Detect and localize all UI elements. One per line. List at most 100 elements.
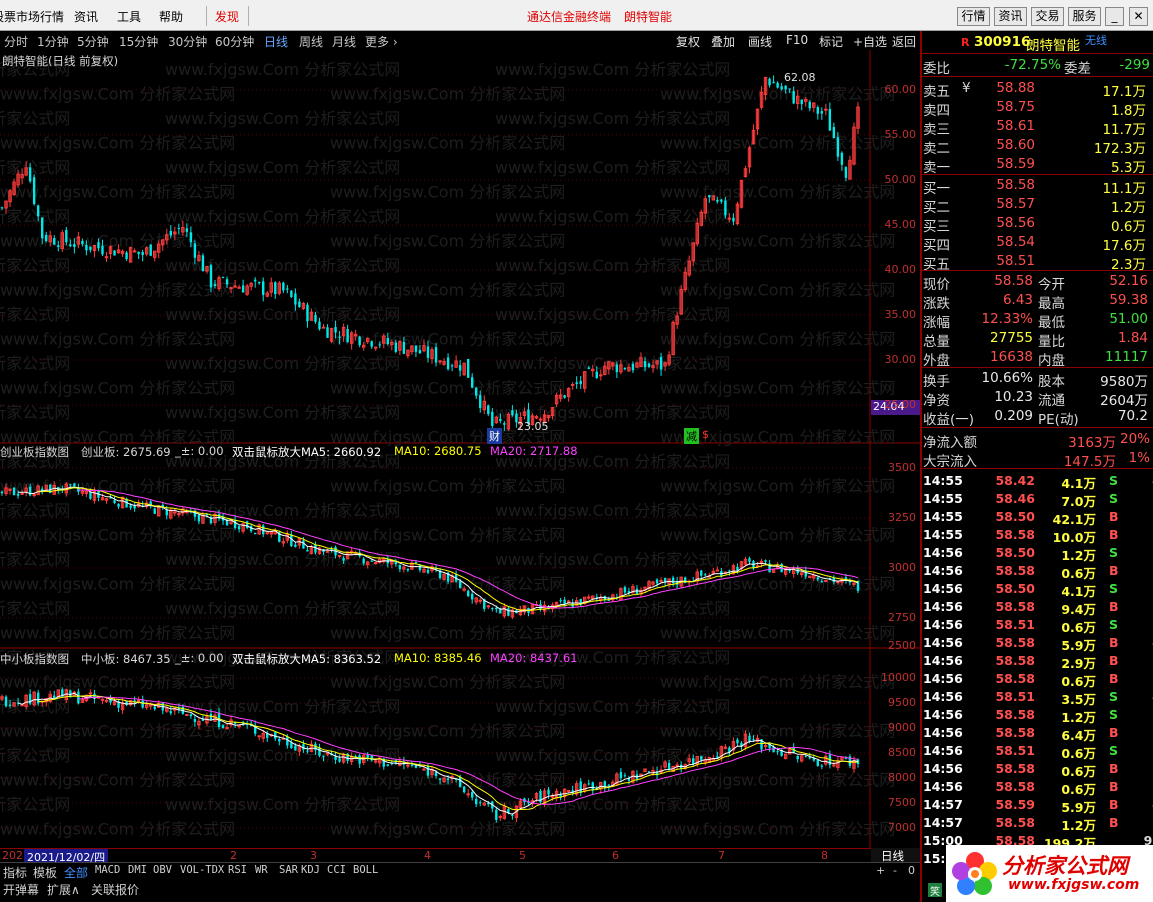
zxb-index-candle — [763, 745, 768, 748]
ask-volume: 1.8万 — [1111, 103, 1146, 119]
stock-candle — [225, 279, 229, 285]
dividend-marker[interactable]: $ — [702, 428, 709, 441]
menu-market[interactable]: 股票市场行情 — [0, 8, 64, 25]
stock-candle — [844, 167, 848, 178]
ask-row: 卖四 58.75 1.8万 — [922, 98, 1153, 119]
reduce-marker[interactable]: 减 — [684, 428, 699, 444]
zoom-out-button[interactable]: - — [893, 864, 897, 877]
period-60min[interactable]: 60分钟 — [215, 33, 254, 50]
add-favorite-button[interactable]: +自选 — [853, 33, 887, 50]
period-weekly[interactable]: 周线 — [299, 33, 323, 50]
period-30min[interactable]: 30分钟 — [168, 33, 207, 50]
stock-candle — [185, 228, 189, 232]
minimize-icon[interactable]: _ — [1105, 7, 1124, 26]
indicator-tab[interactable]: MACD — [95, 864, 120, 876]
zxb-index-candle — [607, 784, 611, 786]
quote-button[interactable]: 行情 — [957, 7, 990, 26]
stock-candle — [241, 285, 245, 293]
stat-value: 16638 — [990, 349, 1033, 365]
tick-price: 58.50 — [995, 545, 1035, 560]
period-intraday[interactable]: 分时 — [4, 33, 28, 50]
news-button[interactable]: 资讯 — [994, 7, 1027, 26]
menu-help[interactable]: 帮助 — [159, 8, 183, 25]
tick-row: 14:5658.581.2万S1 — [922, 706, 1153, 725]
stock-candle — [73, 243, 76, 247]
period-1min[interactable]: 1分钟 — [37, 33, 69, 50]
watermark-text: www.fxjgsw.Com 分析家公式网 — [165, 403, 400, 422]
stock-header: R 300916 朗特智能 无线 — [922, 31, 1153, 54]
cyb-index-candle — [89, 491, 92, 499]
indicator-tab[interactable]: RSI — [228, 864, 247, 876]
stat-label: 现价 — [923, 277, 950, 293]
zxb-index-candle — [193, 719, 197, 722]
zoom-in-button[interactable]: + — [876, 864, 885, 877]
cyb-index-candle — [426, 569, 430, 573]
tick-row: 14:5658.513.5万S4 — [922, 688, 1153, 707]
indicator-tab[interactable]: BOLL — [353, 864, 378, 876]
stock-candle — [780, 86, 783, 90]
finance-marker[interactable]: 财 — [487, 428, 502, 444]
period-more[interactable]: 更多 › — [365, 33, 398, 50]
tick-time: 14:56 — [923, 635, 963, 650]
mark-button[interactable]: 标记 — [819, 33, 843, 50]
reset-button[interactable]: 0 — [908, 864, 915, 877]
ask-price: 58.59 — [996, 156, 1035, 172]
indicator-tab[interactable]: KDJ — [301, 864, 320, 876]
indicator-tab[interactable]: DMI — [128, 864, 147, 876]
zxb-index-candle — [700, 756, 703, 760]
cyb-index-candle — [414, 562, 418, 564]
service-button[interactable]: 服务 — [1068, 7, 1101, 26]
tick-price: 58.58 — [995, 527, 1035, 542]
stock-candle — [177, 227, 181, 229]
menu-tools[interactable]: 工具 — [117, 8, 141, 25]
fund-row: 换手 10.66% 股本 9580万 — [922, 369, 1153, 390]
stat-value: 58.58 — [994, 273, 1033, 289]
adjust-button[interactable]: 复权 — [676, 33, 700, 50]
period-5min[interactable]: 5分钟 — [77, 33, 109, 50]
menu-news[interactable]: 资讯 — [74, 8, 98, 25]
danmaku-toggle[interactable]: 开弹幕 — [3, 881, 39, 898]
stock-candle — [53, 238, 56, 245]
zxb-index-candle — [748, 735, 751, 742]
tick-time: 14:56 — [923, 581, 963, 596]
cyb-index-candle — [20, 492, 24, 495]
stock-candle — [28, 167, 32, 182]
expand-toggle[interactable]: 扩展∧ — [47, 881, 80, 898]
fund-label: 净资 — [923, 393, 950, 409]
indicator-tab[interactable]: VOL-TDX — [180, 864, 224, 876]
period-monthly[interactable]: 月线 — [332, 33, 356, 50]
period-15min[interactable]: 15分钟 — [119, 33, 158, 50]
cyb-index-candle — [233, 519, 237, 529]
period-daily[interactable]: 日线 — [264, 33, 288, 50]
stock-candle — [290, 290, 293, 298]
zxb-index-candle — [422, 768, 426, 771]
stat-value: 1.84 — [1117, 330, 1148, 346]
tick-price: 58.58 — [995, 779, 1035, 794]
main-y-tick: 60.00 — [884, 83, 917, 96]
stock-candle — [253, 279, 257, 282]
close-icon[interactable]: ✕ — [1129, 7, 1148, 26]
main-y-tick: 30.00 — [884, 353, 917, 366]
overlay-button[interactable]: 叠加 — [711, 33, 735, 50]
trade-button[interactable]: 交易 — [1031, 7, 1064, 26]
tick-side: B — [1109, 527, 1119, 542]
menu-discover[interactable]: 发现 — [215, 8, 239, 25]
stock-candle — [732, 217, 735, 222]
stock-candle — [132, 250, 137, 253]
f10-button[interactable]: F10 — [786, 33, 808, 47]
watermark-text: www.fxjgsw.Com 分析家公式网 — [0, 232, 235, 251]
stock-candle — [209, 265, 213, 288]
cyb-index-candle — [302, 540, 305, 549]
ask-price: 58.60 — [996, 137, 1035, 153]
stock-candle — [326, 327, 329, 338]
tick-side: B — [1109, 599, 1119, 614]
linked-quote-toggle[interactable]: 关联报价 — [91, 881, 139, 898]
cyb-index-candle — [12, 487, 16, 496]
indicator-tab[interactable]: SAR — [279, 864, 298, 876]
back-button[interactable]: 返回 — [892, 33, 916, 50]
draw-button[interactable]: 画线 — [748, 33, 772, 50]
indicator-tab[interactable]: WR — [255, 864, 268, 876]
logo-title: 分析家公式网 — [1002, 854, 1128, 878]
indicator-tab[interactable]: CCI — [327, 864, 346, 876]
indicator-tab[interactable]: OBV — [153, 864, 172, 876]
